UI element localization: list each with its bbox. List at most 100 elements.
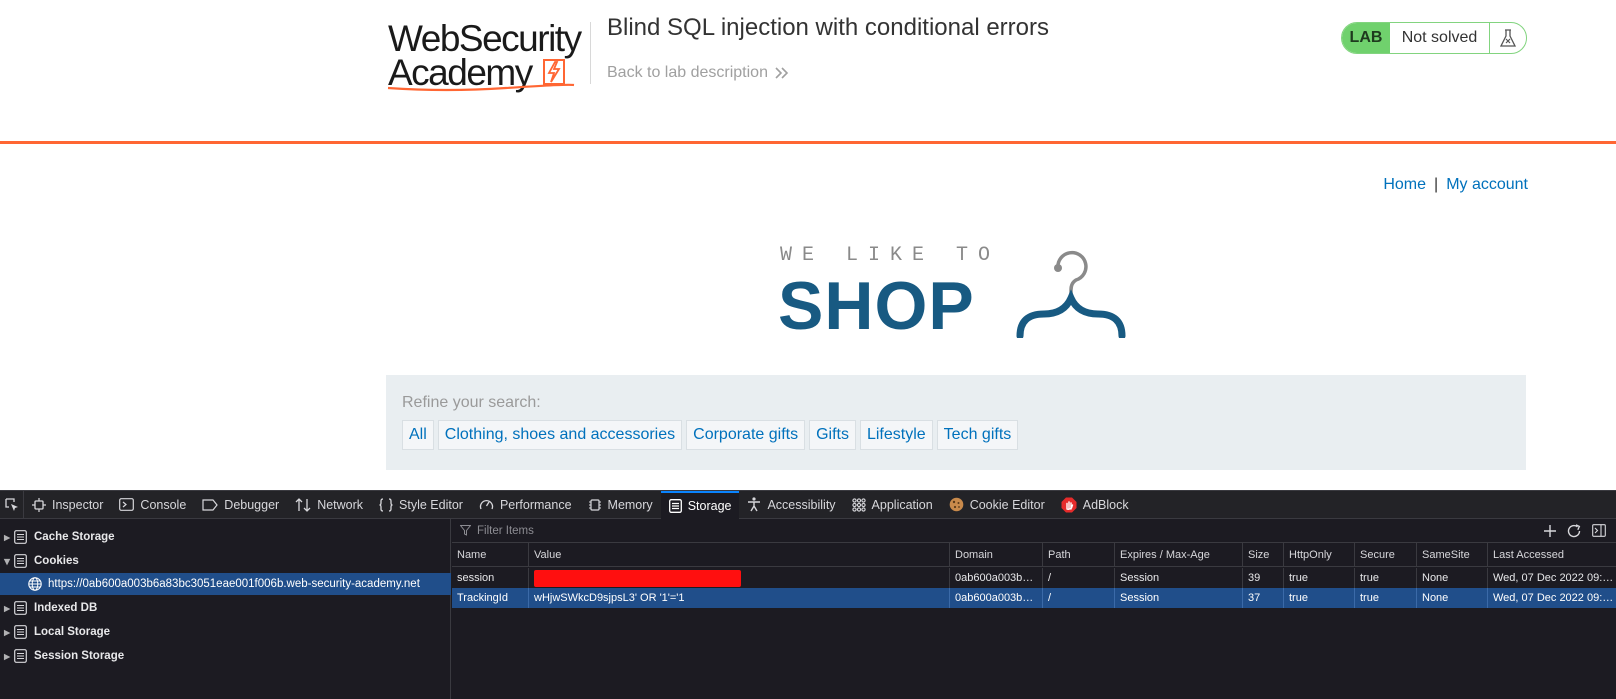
- tab-adblock[interactable]: AdBlock: [1053, 491, 1137, 519]
- shop-logo: WE LIKE TO SHOP: [778, 244, 1138, 344]
- tree-indexed-db[interactable]: ▸ Indexed DB: [0, 597, 451, 619]
- tree-cookie-origin[interactable]: https://0ab600a003b6a83bc3051eae001f006b…: [0, 573, 451, 595]
- expand-arrow-icon[interactable]: ▸: [0, 601, 14, 615]
- cookie-httponly: true: [1284, 568, 1355, 588]
- cookie-path: /: [1043, 568, 1115, 588]
- tab-network[interactable]: Network: [287, 491, 371, 519]
- tab-memory-label: Memory: [607, 497, 653, 512]
- cookie-value[interactable]: [529, 568, 950, 588]
- tab-adblock-label: AdBlock: [1082, 497, 1129, 512]
- cookie-httponly: true: [1284, 588, 1355, 608]
- cookie-samesite: None: [1417, 568, 1488, 588]
- flask-icon: [1490, 23, 1526, 53]
- storage-icon: [668, 498, 682, 513]
- tab-storage[interactable]: Storage: [660, 490, 740, 519]
- column-header-last-accessed[interactable]: Last Accessed: [1488, 543, 1616, 566]
- element-picker-icon: [4, 497, 18, 511]
- filter-lifestyle[interactable]: Lifestyle: [859, 420, 933, 450]
- column-header-httponly[interactable]: HttpOnly: [1284, 543, 1355, 566]
- tree-cookie-origin-label: https://0ab600a003b6a83bc3051eae001f006b…: [48, 578, 420, 590]
- lab-status-widget: LAB Not solved: [1341, 22, 1527, 54]
- accessibility-icon: [748, 497, 761, 512]
- memory-icon: [588, 498, 601, 511]
- tab-console[interactable]: Console: [111, 491, 194, 519]
- filter-funnel-icon: [460, 525, 471, 536]
- academy-header: WebSecurity Academy Blind SQL injection …: [0, 0, 1616, 144]
- tree-local-storage[interactable]: ▸ Local Storage: [0, 621, 451, 643]
- add-item-button[interactable]: [1543, 524, 1557, 538]
- cookie-secure: true: [1355, 588, 1417, 608]
- tab-performance-label: Performance: [499, 497, 572, 512]
- refresh-button[interactable]: [1567, 523, 1582, 538]
- tab-accessibility[interactable]: Accessibility: [739, 491, 843, 519]
- filter-all[interactable]: All: [402, 420, 434, 450]
- shop-logo-brand: SHOP: [778, 268, 975, 344]
- tree-cache-storage-label: Cache Storage: [34, 531, 115, 543]
- shop-logo-tagline: WE LIKE TO: [780, 244, 1001, 267]
- performance-icon: [479, 499, 494, 510]
- cookie-last-accessed: Wed, 07 Dec 2022 09:…: [1493, 592, 1614, 604]
- tab-application[interactable]: Application: [844, 491, 941, 519]
- table-row[interactable]: session 0ab600a003b… / Session 39 true t…: [452, 568, 1616, 588]
- tab-console-label: Console: [140, 497, 187, 512]
- expand-arrow-icon[interactable]: ▸: [0, 649, 14, 663]
- filter-tech-gifts[interactable]: Tech gifts: [936, 420, 1019, 450]
- column-header-value[interactable]: Value: [529, 543, 950, 566]
- tree-indexed-db-label: Indexed DB: [34, 602, 98, 614]
- filter-corporate-gifts[interactable]: Corporate gifts: [686, 420, 806, 450]
- adblock-icon: [1061, 497, 1077, 512]
- refine-search-panel: Refine your search: All Clothing, shoes …: [386, 375, 1526, 470]
- cookie-last-accessed: Wed, 07 Dec 2022 09:…: [1493, 572, 1614, 584]
- lab-title: Blind SQL injection with conditional err…: [607, 14, 1049, 41]
- element-picker-button[interactable]: [0, 490, 24, 519]
- column-header-path[interactable]: Path: [1043, 543, 1115, 566]
- my-account-link[interactable]: My account: [1446, 176, 1528, 194]
- table-row-selected[interactable]: TrackingId wHjwSWkcD9sjpsL3' OR '1'='1 0…: [452, 588, 1616, 608]
- tab-accessibility-label: Accessibility: [767, 497, 836, 512]
- lab-status-text: Not solved: [1390, 23, 1490, 53]
- cookie-value[interactable]: wHjwSWkcD9sjpsL3' OR '1'='1: [529, 588, 950, 608]
- tree-cache-storage[interactable]: ▸ Cache Storage: [0, 526, 451, 548]
- expand-arrow-icon[interactable]: ▸: [0, 625, 14, 639]
- redacted-value-block: [534, 569, 741, 587]
- tree-cookies[interactable]: ▾ Cookies: [0, 550, 451, 572]
- tab-inspector[interactable]: Inspector: [24, 491, 111, 519]
- cookie-size: 37: [1243, 588, 1284, 608]
- application-grid-icon: [851, 497, 866, 512]
- tab-debugger[interactable]: Debugger: [194, 491, 287, 519]
- tab-memory[interactable]: Memory: [580, 491, 661, 519]
- cookie-icon: [949, 497, 964, 512]
- nav-separator: |: [1434, 176, 1439, 193]
- back-to-lab-description-link[interactable]: Back to lab description: [607, 64, 790, 82]
- tab-network-label: Network: [317, 497, 364, 512]
- column-header-size[interactable]: Size: [1243, 543, 1284, 566]
- column-header-expires[interactable]: Expires / Max-Age: [1115, 543, 1243, 566]
- filter-gifts[interactable]: Gifts: [809, 420, 856, 450]
- web-security-academy-logo[interactable]: WebSecurity Academy: [386, 20, 586, 92]
- tab-style-editor[interactable]: Style Editor: [371, 491, 471, 519]
- column-header-samesite[interactable]: SameSite: [1417, 543, 1488, 566]
- column-header-domain[interactable]: Domain: [950, 543, 1043, 566]
- tab-application-label: Application: [871, 497, 933, 512]
- toggle-sidebar-button[interactable]: [1592, 524, 1606, 537]
- column-header-secure[interactable]: Secure: [1355, 543, 1417, 566]
- filter-bar: Filter Items: [452, 519, 1616, 543]
- tab-style-editor-label: Style Editor: [399, 497, 463, 512]
- cookie-name: session: [452, 568, 529, 588]
- tree-session-storage[interactable]: ▸ Session Storage: [0, 645, 451, 667]
- console-icon: [119, 498, 135, 511]
- cookie-name: TrackingId: [452, 588, 529, 608]
- filter-items-input[interactable]: Filter Items: [452, 525, 1543, 537]
- home-link[interactable]: Home: [1383, 176, 1426, 194]
- filter-clothing[interactable]: Clothing, shoes and accessories: [437, 420, 683, 450]
- refresh-icon: [1567, 523, 1581, 537]
- column-header-name[interactable]: Name: [452, 543, 529, 566]
- tab-performance[interactable]: Performance: [471, 491, 580, 519]
- storage-icon: [14, 601, 32, 615]
- clothes-hanger-icon: [1016, 250, 1126, 338]
- collapse-arrow-icon[interactable]: ▾: [0, 554, 14, 568]
- cookie-table-panel: Filter Items Name Value Domain Path Expi…: [452, 519, 1616, 699]
- devtools-panel: Inspector Console Debugger Network Style…: [0, 490, 1616, 699]
- expand-arrow-icon[interactable]: ▸: [0, 530, 14, 544]
- tab-cookie-editor[interactable]: Cookie Editor: [941, 491, 1053, 519]
